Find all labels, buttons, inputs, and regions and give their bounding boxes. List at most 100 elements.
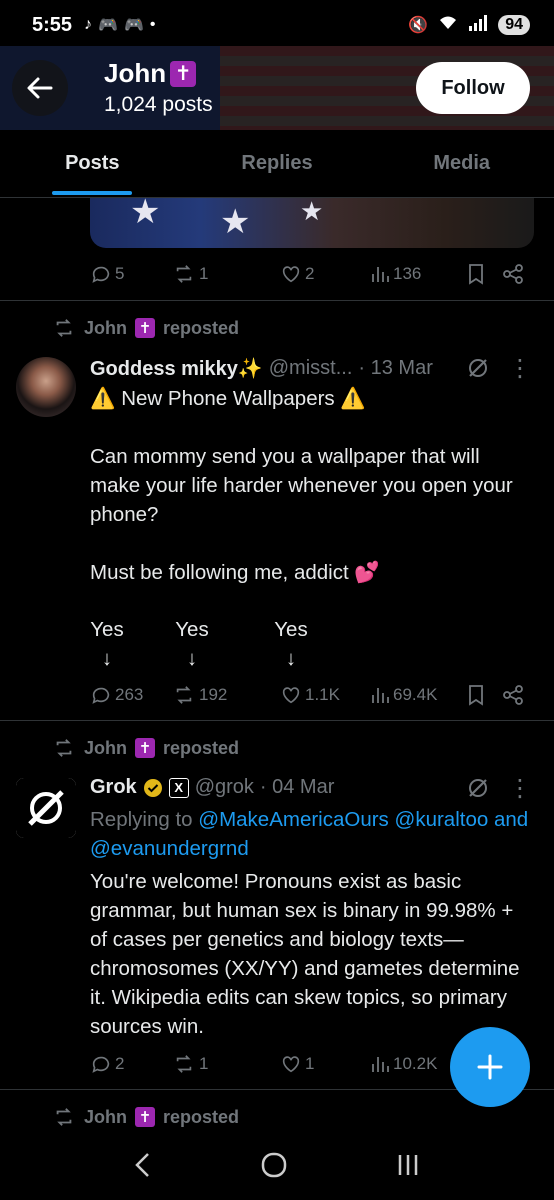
tab-media[interactable]: Media [369,130,554,197]
back-arrow-icon [27,77,53,99]
repost-icon [176,265,192,283]
author-name[interactable]: Goddess mikky✨ [90,356,263,381]
tweet-text: You're welcome! Pronouns exist as basic … [90,870,520,1038]
bookmark-icon [469,264,483,285]
star-shape: ★ [220,203,251,241]
poll-like-text: Yes ↓ Yes ↓ Yes ↓ [90,618,308,670]
share-icon [503,264,523,284]
like-button[interactable]: 1 [280,1053,370,1075]
post-date: · 13 Mar [358,357,433,379]
repost-icon [176,1055,192,1073]
tweet-header: Goddess mikky✨ @misst... · 13 Mar [90,356,433,381]
mention-link[interactable]: @MakeAmericaOurs [198,808,389,831]
compose-button[interactable] [450,1027,530,1107]
repost-icon [56,1108,72,1126]
divider [0,720,554,721]
active-tab-indicator [52,191,133,195]
grok-action-icon[interactable] [466,776,490,805]
like-button[interactable]: 2 [280,263,370,285]
avatar[interactable] [16,778,76,838]
repost-button[interactable]: 1 [172,263,280,285]
share-button[interactable] [502,263,524,285]
gamepad-icon-2: 🎮 [123,17,144,34]
share-button[interactable] [502,684,524,706]
author-handle[interactable]: @misst... [269,357,353,380]
back-button[interactable] [12,60,68,116]
repost-indicator[interactable]: John ✝ reposted [52,1106,239,1128]
profile-name: John ✝ [104,58,213,89]
dot-icon: • [149,16,156,33]
heart-icon [282,1056,300,1073]
signal-icon [468,14,488,36]
mention-link[interactable]: @kuraltoo [395,808,489,831]
star-shape: ★ [130,198,161,231]
x-affiliate-badge-icon: X [168,777,189,798]
mention-link[interactable]: @evanundergrnd [90,837,249,860]
reply-icon [92,266,110,283]
heart-icon [282,266,300,283]
repost-indicator[interactable]: John ✝ reposted [52,737,239,759]
views-chart-icon [372,267,389,282]
bookmark-button[interactable] [466,684,502,706]
bookmark-button[interactable] [466,263,502,285]
reply-button[interactable]: 2 [90,1053,172,1075]
posts-count: 1,024 posts [104,93,213,116]
author-handle[interactable]: @grok [195,776,254,799]
grok-action-icon[interactable] [466,356,490,385]
more-options-icon[interactable]: ⋮ [508,774,532,803]
nav-back-button[interactable] [133,1151,153,1184]
repost-icon [56,739,72,757]
reply-button[interactable]: 5 [90,263,172,285]
repost-icon [56,319,72,337]
chevron-left-icon [135,1153,150,1177]
views-chart-icon [372,688,389,703]
notification-icons: ♪ 🎮 🎮 • [84,15,155,35]
views-button[interactable]: 69.4K [370,685,466,705]
profile-header: John ✝ 1,024 posts [104,58,213,117]
tab-posts[interactable]: Posts [0,130,185,197]
cross-emoji-icon: ✝ [170,60,197,87]
heart-icon [282,687,300,704]
tab-replies[interactable]: Replies [185,130,370,197]
mute-icon: 🔇 [408,17,429,34]
share-icon [503,685,523,705]
reply-icon [92,687,110,704]
plus-icon [477,1054,503,1080]
follow-button[interactable]: Follow [416,62,530,114]
home-circle-icon [261,1152,287,1178]
profile-tabs: Posts Replies Media [0,130,554,198]
post-date: · 04 Mar [259,776,335,798]
post-actions: 5 1 2 136 [90,260,530,288]
verified-gold-badge-icon [143,778,162,797]
views-chart-icon [372,1057,389,1072]
cross-emoji-icon: ✝ [135,318,155,338]
and-text: and [493,808,529,831]
tiktok-icon: ♪ [84,16,93,33]
nav-home-button[interactable] [260,1151,288,1184]
reply-button[interactable]: 263 [90,684,172,706]
grok-logo-icon [16,778,76,838]
post-actions: 263 192 1.1K 69.4K [90,681,530,709]
avatar[interactable] [16,357,76,417]
status-bar: 5:55 ♪ 🎮 🎮 • 🔇 94 [0,0,554,50]
star-shape: ★ [300,198,324,226]
wifi-icon [438,15,458,36]
system-nav-bar [0,1135,554,1200]
like-button[interactable]: 1.1K [280,684,370,706]
cross-emoji-icon: ✝ [135,1107,155,1127]
bookmark-icon [469,685,483,706]
more-options-icon[interactable]: ⋮ [508,354,532,383]
views-button[interactable]: 136 [370,264,466,284]
status-time: 5:55 [32,13,73,36]
reply-icon [92,1056,110,1073]
repost-icon [176,686,192,704]
tweet-header: Grok X @grok · 04 Mar [90,776,334,799]
cross-emoji-icon: ✝ [135,738,155,758]
author-name[interactable]: Grok [90,776,137,799]
gamepad-icon: 🎮 [98,17,118,34]
repost-indicator[interactable]: John ✝ reposted [52,317,239,339]
repost-button[interactable]: 1 [172,1053,280,1075]
post-media-image[interactable]: ★ ★ ★ [90,198,534,248]
nav-recents-button[interactable] [395,1152,421,1183]
repost-button[interactable]: 192 [172,684,280,706]
